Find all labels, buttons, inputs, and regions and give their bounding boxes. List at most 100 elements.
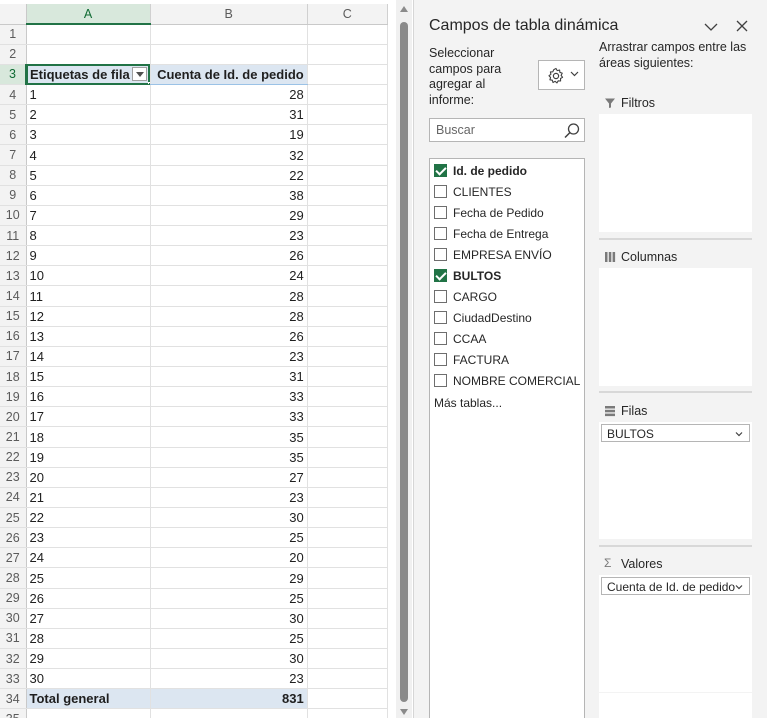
- cell-b[interactable]: 25: [150, 588, 308, 609]
- search-field[interactable]: [429, 118, 585, 142]
- row-header[interactable]: 27: [0, 547, 27, 569]
- tools-button[interactable]: [538, 60, 585, 90]
- cell-c[interactable]: [307, 306, 388, 327]
- row-header[interactable]: 25: [0, 507, 27, 529]
- pivot-row-labels-header[interactable]: Etiquetas de fila: [26, 64, 151, 86]
- grand-total-label[interactable]: Total general: [26, 688, 151, 710]
- cell-c[interactable]: [307, 225, 388, 247]
- cell-b[interactable]: 31: [150, 366, 308, 388]
- cell-b[interactable]: 29: [150, 567, 308, 589]
- cell-c[interactable]: [307, 205, 388, 227]
- row-header[interactable]: 9: [0, 185, 27, 206]
- cell-a[interactable]: 26: [26, 588, 151, 609]
- cell-b[interactable]: 23: [150, 487, 308, 509]
- field-item[interactable]: CARGO: [434, 287, 584, 307]
- cell-b[interactable]: 30: [150, 507, 308, 529]
- cell-a[interactable]: 16: [26, 386, 151, 408]
- cell-a[interactable]: [26, 44, 151, 65]
- cell-a[interactable]: 10: [26, 265, 151, 287]
- cell-b[interactable]: 22: [150, 165, 308, 186]
- columns-drop-area[interactable]: [599, 268, 752, 386]
- cell-b[interactable]: 25: [150, 628, 308, 650]
- cell-c[interactable]: [307, 567, 388, 589]
- row-header[interactable]: 8: [0, 165, 27, 186]
- cell-a[interactable]: 25: [26, 567, 151, 589]
- cell-a[interactable]: 7: [26, 205, 151, 227]
- cell-c[interactable]: [307, 688, 388, 710]
- cell-c[interactable]: [307, 527, 388, 549]
- cell-a[interactable]: 27: [26, 608, 151, 629]
- row-header[interactable]: 10: [0, 205, 27, 227]
- field-checkbox[interactable]: [434, 311, 447, 324]
- cell-a[interactable]: 23: [26, 527, 151, 549]
- search-input[interactable]: [430, 119, 560, 141]
- cell-a[interactable]: 19: [26, 447, 151, 468]
- filters-drop-area[interactable]: [599, 114, 752, 232]
- fill-handle[interactable]: [147, 82, 150, 84]
- row-header[interactable]: 15: [0, 306, 27, 327]
- cell-c[interactable]: [307, 406, 388, 428]
- cell-b[interactable]: 31: [150, 104, 308, 126]
- cell-b[interactable]: 30: [150, 648, 308, 670]
- field-item[interactable]: Fecha de Entrega: [434, 224, 584, 244]
- values-field-count[interactable]: Cuenta de Id. de pedido: [601, 577, 750, 595]
- cell-a[interactable]: 6: [26, 185, 151, 206]
- filter-dropdown-icon[interactable]: [131, 67, 147, 82]
- cell-b[interactable]: 28: [150, 306, 308, 327]
- cell-c[interactable]: [307, 285, 388, 307]
- grand-total-value[interactable]: 831: [150, 688, 308, 710]
- sheet-vertical-scrollbar[interactable]: [396, 0, 412, 718]
- cell-c[interactable]: [307, 386, 388, 408]
- cell-a[interactable]: 8: [26, 225, 151, 247]
- row-header[interactable]: 20: [0, 406, 27, 428]
- cell-a[interactable]: 17: [26, 406, 151, 428]
- cell-b[interactable]: 35: [150, 447, 308, 468]
- cell-a[interactable]: 9: [26, 245, 151, 267]
- cell-a[interactable]: 20: [26, 467, 151, 488]
- field-checkbox[interactable]: [434, 290, 447, 303]
- cell-a[interactable]: 21: [26, 487, 151, 509]
- cell-c[interactable]: [307, 24, 388, 45]
- cell-a[interactable]: 29: [26, 648, 151, 670]
- cell-b[interactable]: 20: [150, 547, 308, 569]
- row-header[interactable]: 26: [0, 527, 27, 549]
- cell-b[interactable]: 26: [150, 326, 308, 347]
- cell-b[interactable]: 27: [150, 467, 308, 488]
- row-header[interactable]: 19: [0, 386, 27, 408]
- cell-c[interactable]: [307, 245, 388, 267]
- cell-c[interactable]: [307, 426, 388, 448]
- field-checkbox[interactable]: [434, 269, 447, 282]
- select-all-corner[interactable]: [0, 4, 27, 25]
- row-header[interactable]: 5: [0, 104, 27, 126]
- cell-c[interactable]: [307, 124, 388, 146]
- field-item[interactable]: Id. de pedido: [434, 161, 584, 181]
- more-tables-link[interactable]: Más tablas...: [434, 396, 502, 410]
- cell-a[interactable]: 30: [26, 668, 151, 690]
- cell-b[interactable]: 23: [150, 346, 308, 368]
- cell-c[interactable]: [307, 104, 388, 126]
- row-header[interactable]: 14: [0, 285, 27, 307]
- cell-c[interactable]: [307, 44, 388, 65]
- field-checkbox[interactable]: [434, 185, 447, 198]
- cell-b[interactable]: [150, 44, 308, 65]
- pivot-values-header[interactable]: Cuenta de Id. de pedido: [150, 64, 308, 86]
- cell-c[interactable]: [307, 326, 388, 347]
- cell-c[interactable]: [307, 628, 388, 650]
- field-item[interactable]: CiudadDestino: [434, 308, 584, 328]
- row-header[interactable]: 3: [0, 64, 27, 86]
- scroll-up-icon[interactable]: [400, 6, 408, 12]
- spreadsheet-grid[interactable]: A B C 1 2 3 Etiquetas de fila Cuenta de Id. de …: [0, 0, 392, 718]
- close-icon[interactable]: [734, 18, 750, 34]
- field-item[interactable]: FACTURA: [434, 350, 584, 370]
- cell-a[interactable]: 18: [26, 426, 151, 448]
- cell-a[interactable]: 12: [26, 306, 151, 327]
- row-header[interactable]: 13: [0, 265, 27, 287]
- row-header[interactable]: 30: [0, 608, 27, 629]
- cell-a[interactable]: 24: [26, 547, 151, 569]
- cell-a[interactable]: 13: [26, 326, 151, 347]
- cell-b[interactable]: 19: [150, 124, 308, 146]
- scrollbar-thumb[interactable]: [400, 22, 408, 702]
- row-header[interactable]: 23: [0, 467, 27, 488]
- row-header[interactable]: 29: [0, 588, 27, 609]
- cell-a[interactable]: 4: [26, 144, 151, 166]
